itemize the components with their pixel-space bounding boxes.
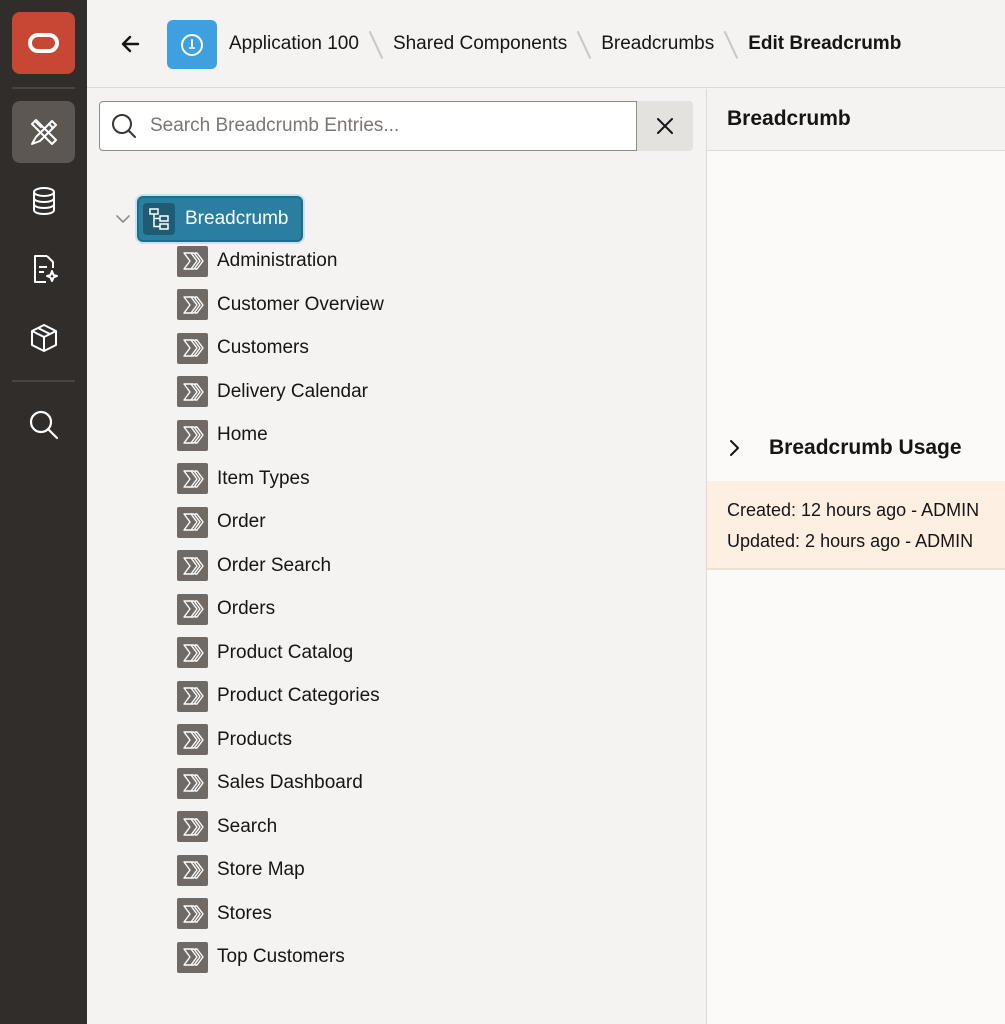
tree-root-row: Breadcrumb <box>113 196 303 242</box>
tree-entry-label: Products <box>217 728 292 750</box>
search-button[interactable] <box>12 394 75 456</box>
crumb-separator <box>724 30 738 58</box>
close-icon <box>657 118 673 134</box>
tree-panel: Breadcrumb Administration Customer Overvi… <box>87 89 706 1024</box>
sql-workshop-button[interactable] <box>12 170 75 232</box>
breadcrumb-entry-icon <box>177 463 208 494</box>
search-icon <box>112 114 136 138</box>
app-builder-button[interactable] <box>12 101 75 163</box>
breadcrumb-entry-icon <box>177 289 208 320</box>
tree-entry[interactable]: Stores <box>177 894 272 934</box>
crumb-separator <box>577 30 591 58</box>
search-field[interactable] <box>99 101 637 151</box>
application-icon <box>181 33 203 56</box>
app-builder-icon <box>30 119 57 145</box>
document-ai-icon <box>33 255 58 283</box>
hierarchy-icon <box>143 203 175 235</box>
crumb-breadcrumbs[interactable]: Breadcrumbs <box>601 33 714 55</box>
rail-divider <box>12 380 75 382</box>
tree-entry[interactable]: Delivery Calendar <box>177 372 368 412</box>
tree-entry[interactable]: Customers <box>177 328 309 368</box>
tree-entry-label: Top Customers <box>217 946 345 967</box>
property-panel-header: Breadcrumb <box>707 89 1005 151</box>
gallery-button[interactable] <box>12 307 75 369</box>
crumb-separator <box>369 30 383 58</box>
tree-entry[interactable]: Product Catalog <box>177 633 353 673</box>
breadcrumb-entry-icon <box>177 637 208 668</box>
tree-entry[interactable]: Customer Overview <box>177 285 384 325</box>
breadcrumb-entry-icon <box>177 811 208 842</box>
tree-entry[interactable]: Administration <box>177 241 337 281</box>
breadcrumb-entry-icon <box>177 854 208 886</box>
crumb-shared-components[interactable]: Shared Components <box>393 33 567 55</box>
tree-entry[interactable]: Order <box>177 502 266 542</box>
tree-entry-label: Customers <box>217 337 309 358</box>
nav-rail <box>0 0 87 1024</box>
tree-entry[interactable]: Orders <box>177 589 275 629</box>
back-arrow-icon <box>121 35 140 53</box>
breadcrumb-entry-icon <box>177 376 208 407</box>
breadcrumb-entry-icon <box>177 332 208 364</box>
search-icon <box>29 410 58 440</box>
tree-entry-label: Home <box>217 424 268 445</box>
tree-entry-label: Sales Dashboard <box>217 772 363 793</box>
crumb-application[interactable]: Application 100 <box>229 33 359 55</box>
breadcrumb-entry-icon <box>177 680 208 712</box>
property-panel: Breadcrumb Breadcrumb Usage Created: 12 … <box>706 89 1005 1024</box>
team-development-button[interactable] <box>12 238 75 300</box>
breadcrumb-entry-icon <box>177 724 208 755</box>
breadcrumb-entry-icon <box>177 419 208 451</box>
package-icon <box>30 324 57 352</box>
tree-entry-label: Order <box>217 511 266 532</box>
breadcrumb-entry-icon <box>177 941 208 973</box>
tree-entry[interactable]: Search <box>177 807 277 847</box>
breadcrumb-entry-icon <box>177 767 208 799</box>
back-button[interactable] <box>115 28 147 60</box>
search-input[interactable] <box>150 102 620 149</box>
tree-entry-label: Orders <box>217 598 276 619</box>
breadcrumb-entry-icon <box>177 506 208 538</box>
crumb-current-page: Edit Breadcrumb <box>748 33 902 54</box>
chevron-right-icon <box>727 433 757 463</box>
tree-entry[interactable]: Products <box>177 720 292 760</box>
oracle-logo[interactable] <box>12 12 75 74</box>
updated-text: Updated: 2 hours ago - ADMIN <box>727 531 974 551</box>
tree-toggle[interactable] <box>113 209 133 229</box>
clear-search-button[interactable] <box>637 101 693 151</box>
tree-entry[interactable]: Item Types <box>177 459 310 499</box>
tree-entry-label: Customer Overview <box>217 293 384 315</box>
page-header: Application 100 Shared Components Breadc… <box>87 0 1005 88</box>
tree-entry-label: Order Search <box>217 554 332 576</box>
database-icon <box>32 187 55 216</box>
tree-entry[interactable]: Home <box>177 415 268 455</box>
breadcrumb-usage-label: Breadcrumb Usage <box>769 436 962 459</box>
tree-entry[interactable]: Top Customers <box>177 937 345 977</box>
tree-root-node[interactable]: Breadcrumb <box>137 196 303 242</box>
tree-entry[interactable]: Sales Dashboard <box>177 763 363 803</box>
tree-entry-label: Store Map <box>217 859 305 880</box>
application-icon-button[interactable] <box>167 20 217 69</box>
property-panel-title: Breadcrumb <box>727 107 851 130</box>
tree-entry[interactable]: Order Search <box>177 546 331 586</box>
tree-root-label: Breadcrumb <box>185 208 289 229</box>
breadcrumb-usage-toggle[interactable]: Breadcrumb Usage <box>727 432 962 464</box>
tree-entry-label: Delivery Calendar <box>217 380 369 402</box>
tree-entry-label: Product Categories <box>217 685 380 706</box>
created-text: Created: 12 hours ago - ADMIN <box>727 500 980 520</box>
breadcrumb-entry-icon <box>177 550 208 581</box>
rail-divider <box>12 87 75 89</box>
tree-entry[interactable]: Product Categories <box>177 676 380 716</box>
tree-entry-label: Item Types <box>217 467 310 489</box>
breadcrumb-entry-icon <box>177 593 208 625</box>
chevron-down-icon <box>116 215 130 223</box>
tree-entry-label: Administration <box>217 250 338 271</box>
tree-entry-label: Product Catalog <box>217 641 354 663</box>
audit-info: Created: 12 hours ago - ADMIN Updated: 2… <box>707 481 1005 570</box>
tree-entry-label: Stores <box>217 902 272 924</box>
tree-entry[interactable]: Store Map <box>177 850 305 890</box>
breadcrumb-entry-icon <box>177 245 208 277</box>
tree-entry-label: Search <box>217 815 278 837</box>
breadcrumb: Application 100 Shared Components Breadc… <box>229 0 901 88</box>
breadcrumb-entry-icon <box>177 898 208 929</box>
